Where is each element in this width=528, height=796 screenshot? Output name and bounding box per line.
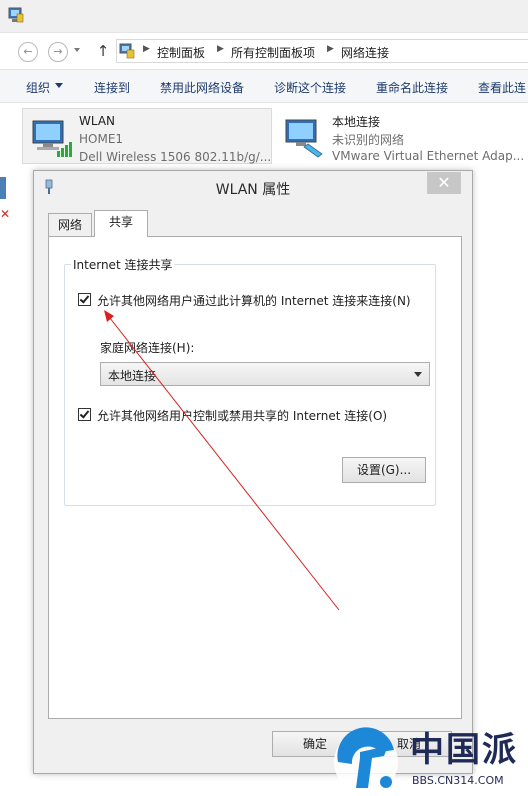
wireless-adapter-icon (32, 120, 72, 157)
partially-hidden-adapter-icon[interactable] (0, 177, 6, 199)
allow-share-label[interactable]: 允许其他网络用户通过此计算机的 Internet 连接来连接(N) (97, 292, 411, 309)
adapter-name: WLAN (79, 114, 116, 128)
checkmark-icon (79, 408, 90, 419)
disable-device-button[interactable]: 禁用此网络设备 (160, 79, 244, 96)
internet-connection-sharing-group: Internet 连接共享 允许其他网络用户通过此计算机的 Internet 连… (64, 256, 436, 506)
adapter-network: 未识别的网络 (332, 133, 405, 147)
window-titlebar (0, 0, 528, 32)
command-bar: 组织 连接到 禁用此网络设备 诊断这个连接 重命名此连接 查看此连 (0, 69, 528, 103)
adapter-wlan[interactable]: WLAN HOME1 Dell Wireless 1506 802.11b/g/… (22, 108, 272, 164)
chevron-down-icon (414, 372, 422, 377)
home-network-selected-value: 本地连接 (108, 369, 157, 383)
address-path-box[interactable]: ▶ 控制面板 ▶ 所有控制面板项 ▶ 网络连接 (116, 39, 528, 63)
watermark-url: BBS.CN314.COM (412, 774, 504, 787)
watermark-brand: 中国派 (410, 730, 518, 770)
breadcrumb-separator-icon: ▶ (327, 44, 334, 54)
forward-arrow-icon: → (53, 45, 63, 58)
wlan-properties-dialog: WLAN 属性 ✕ 网络 共享 Internet 连接共享 允许其他网络用户通过… (33, 170, 473, 774)
organize-dropdown-icon[interactable] (55, 83, 63, 88)
control-panel-icon (119, 43, 135, 59)
checkmark-icon (79, 293, 90, 304)
adapter-device: Dell Wireless 1506 802.11b/g/... (79, 150, 272, 164)
breadcrumb-control-panel[interactable]: 控制面板 (157, 44, 205, 61)
back-arrow-icon: ← (23, 45, 33, 58)
disconnected-x-icon: ✕ (0, 207, 11, 221)
dialog-close-button[interactable]: ✕ (427, 172, 461, 194)
up-button[interactable]: ↑ (96, 41, 110, 61)
close-icon: ✕ (437, 173, 451, 192)
allow-control-checkbox[interactable] (78, 408, 91, 421)
dialog-title: WLAN 属性 (215, 182, 291, 198)
address-bar: ← → ↑ ▶ 控制面板 ▶ 所有控制面板项 ▶ 网络连接 (0, 33, 528, 69)
rename-button[interactable]: 重命名此连接 (376, 79, 448, 96)
breadcrumb-separator-icon: ▶ (143, 44, 150, 54)
group-title: Internet 连接共享 (71, 256, 175, 273)
breadcrumb-all-items[interactable]: 所有控制面板项 (231, 44, 315, 61)
diagnose-button[interactable]: 诊断这个连接 (274, 79, 346, 96)
tab-network[interactable]: 网络 (48, 213, 92, 237)
adapter-device: VMware Virtual Ethernet Adap... (332, 149, 525, 163)
home-network-select[interactable]: 本地连接 (100, 362, 430, 386)
breadcrumb-separator-icon: ▶ (217, 44, 224, 54)
connect-to-button[interactable]: 连接到 (94, 79, 130, 96)
view-status-button[interactable]: 查看此连 (478, 79, 526, 96)
watermark-logo-icon (334, 727, 398, 794)
site-watermark: 中国派 BBS.CN314.COM (328, 722, 528, 796)
network-connections-app-icon (8, 7, 24, 23)
tab-sharing[interactable]: 共享 (94, 210, 148, 237)
forward-button[interactable]: → (48, 42, 68, 62)
home-network-label: 家庭网络连接(H): (100, 341, 195, 355)
adapter-name: 本地连接 (332, 115, 381, 129)
allow-share-checkbox[interactable] (78, 293, 91, 306)
up-arrow-icon: ↑ (96, 42, 110, 60)
back-button[interactable]: ← (18, 42, 38, 62)
breadcrumb-network-connections[interactable]: 网络连接 (341, 44, 389, 61)
adapter-local[interactable]: 本地连接 未识别的网络 VMware Virtual Ethernet Adap… (276, 108, 528, 164)
sharing-tab-panel: Internet 连接共享 允许其他网络用户通过此计算机的 Internet 连… (48, 236, 462, 719)
ethernet-adapter-icon (285, 119, 323, 158)
settings-button[interactable]: 设置(G)... (342, 457, 426, 483)
recent-locations-chevron-icon[interactable] (74, 48, 80, 52)
organize-menu[interactable]: 组织 (26, 79, 50, 96)
adapter-network: HOME1 (79, 132, 124, 146)
allow-control-label[interactable]: 允许其他网络用户控制或禁用共享的 Internet 连接(O) (97, 407, 387, 424)
